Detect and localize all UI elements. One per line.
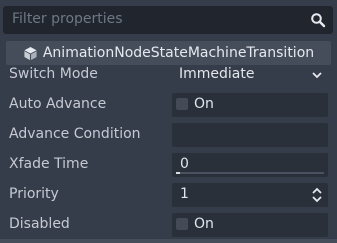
switch-mode-row: Switch Mode Immediate (0, 60, 337, 90)
xfade-time-value: 0 (180, 156, 189, 172)
checkbox-unchecked-icon (176, 98, 188, 110)
auto-advance-label: Auto Advance (9, 96, 107, 112)
section-divider (0, 239, 337, 243)
xfade-time-row: Xfade Time 0 (0, 150, 337, 180)
filter-properties-input[interactable]: Filter properties (3, 6, 333, 34)
disabled-checkbox[interactable]: On (172, 213, 328, 237)
xfade-time-slider[interactable]: 0 (172, 153, 328, 177)
xfade-time-label: Xfade Time (9, 156, 89, 172)
priority-label: Priority (9, 186, 59, 202)
switch-mode-label: Switch Mode (9, 66, 98, 82)
disabled-label: Disabled (9, 216, 70, 232)
spinner-arrows-icon[interactable] (311, 186, 323, 204)
switch-mode-dropdown[interactable]: Immediate (172, 63, 328, 87)
priority-value: 1 (180, 186, 189, 202)
search-icon (311, 13, 326, 28)
auto-advance-checkbox[interactable]: On (172, 93, 328, 117)
auto-advance-row: Auto Advance On (0, 90, 337, 120)
advance-condition-label: Advance Condition (9, 126, 141, 142)
chevron-down-icon (312, 72, 322, 79)
cube-icon (24, 46, 37, 60)
checkbox-unchecked-icon (176, 218, 188, 230)
priority-row: Priority 1 (0, 180, 337, 210)
auto-advance-on-label: On (194, 96, 214, 112)
advance-condition-row: Advance Condition (0, 120, 337, 150)
disabled-on-label: On (194, 216, 214, 232)
resource-title: AnimationNodeStateMachineTransition (42, 45, 315, 61)
filter-placeholder: Filter properties (12, 11, 123, 27)
slider-fill (176, 172, 180, 174)
priority-spinbox[interactable]: 1 (172, 183, 328, 207)
slider-track (176, 172, 324, 174)
disabled-row: Disabled On (0, 210, 337, 240)
advance-condition-input[interactable] (172, 123, 328, 147)
switch-mode-value: Immediate (179, 66, 255, 82)
